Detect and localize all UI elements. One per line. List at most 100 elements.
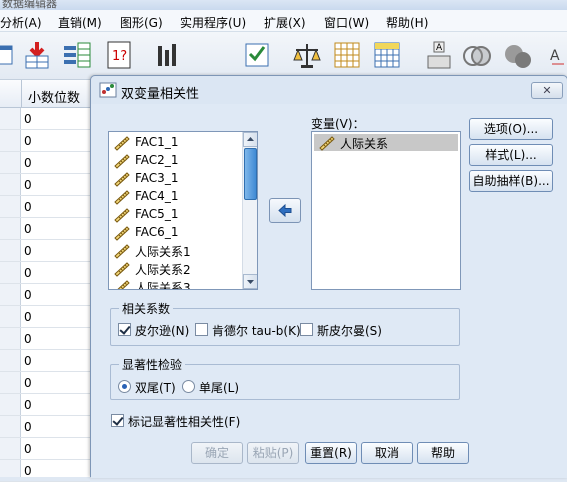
style-button[interactable]: 样式(L)... <box>469 144 553 166</box>
list-item-label: 人际关系1 <box>135 245 191 259</box>
weight-cases-icon[interactable] <box>292 40 322 70</box>
menu-window[interactable]: 窗口(W) <box>324 14 369 31</box>
variables-icon[interactable] <box>62 40 92 70</box>
grid-cell[interactable]: 0 <box>24 288 32 302</box>
reset-button[interactable]: 重置(R) <box>305 442 357 464</box>
coefficients-legend: 相关系数 <box>119 300 174 317</box>
list-item-label: FAC3_1 <box>135 171 179 185</box>
chevron-up-icon <box>247 137 254 141</box>
scale-variable-icon <box>114 154 130 169</box>
two-tailed-radio[interactable] <box>118 380 131 393</box>
scroll-down-button[interactable] <box>243 274 257 289</box>
cancel-button[interactable]: 取消 <box>361 442 413 464</box>
svg-text:A: A <box>436 43 443 53</box>
grid-cell[interactable]: 0 <box>24 420 32 434</box>
scale-variable-icon <box>114 262 130 277</box>
grid-cell[interactable]: 0 <box>24 354 32 368</box>
grid-cell[interactable]: 0 <box>24 178 32 192</box>
dialog-recall-icon[interactable]: 1? <box>104 40 134 70</box>
menu-graphs[interactable]: 图形(G) <box>120 14 163 31</box>
move-variable-button[interactable] <box>269 198 301 223</box>
window-title-bar: 数据编辑器 <box>0 0 567 10</box>
select-cases-icon[interactable] <box>242 40 272 70</box>
arrow-left-icon <box>278 203 292 218</box>
source-variable-list[interactable]: FAC1_1 FAC2_1 FAC3_1 FAC4_1 FAC5_1 FAC6_… <box>108 131 258 290</box>
grid-cell[interactable]: 0 <box>24 464 32 478</box>
pearson-label[interactable]: 皮尔逊(N) <box>135 322 189 339</box>
scale-variable-icon <box>114 208 130 223</box>
grid-cell[interactable]: 0 <box>24 376 32 390</box>
scroll-up-button[interactable] <box>243 132 257 147</box>
one-tailed-radio[interactable] <box>182 380 195 393</box>
use-sets-icon[interactable]: A <box>424 40 454 70</box>
value-labels-icon[interactable] <box>372 40 402 70</box>
circles-icon[interactable] <box>502 40 532 70</box>
pearson-checkbox[interactable] <box>118 323 131 336</box>
kendall-label[interactable]: 肯德尔 tau-b(K) <box>212 322 301 339</box>
correlation-dialog-icon <box>99 82 117 98</box>
chevron-down-icon <box>247 280 254 284</box>
decimals-column-header[interactable]: 小数位数 <box>28 87 80 106</box>
grid-column-header: 小数位数 <box>0 80 90 108</box>
grid-cell[interactable]: 0 <box>24 222 32 236</box>
scale-variable-icon <box>117 280 130 289</box>
grid-cell[interactable]: 0 <box>24 266 32 280</box>
menu-extensions[interactable]: 扩展(X) <box>264 14 306 31</box>
close-button[interactable]: ✕ <box>531 82 563 99</box>
venn-icon[interactable] <box>462 40 492 70</box>
scale-variable-icon <box>114 226 130 241</box>
spelling-icon[interactable]: A <box>548 40 567 70</box>
flag-significant-label[interactable]: 标记显著性相关性(F) <box>128 413 240 430</box>
variables-target-list[interactable]: 人际关系 <box>311 131 461 290</box>
grid-cell[interactable]: 0 <box>24 398 32 412</box>
menu-direct-marketing[interactable]: 直销(M) <box>58 14 102 31</box>
dialog-title-bar[interactable]: 双变量相关性 ✕ <box>91 76 567 104</box>
significance-legend: 显著性检验 <box>119 356 186 373</box>
goto-data-icon[interactable] <box>0 40 16 70</box>
chart-icon[interactable] <box>152 40 182 70</box>
scale-variable-icon <box>114 244 130 259</box>
kendall-checkbox[interactable] <box>195 323 208 336</box>
list-item-label: FAC6_1 <box>135 225 179 239</box>
spearman-label[interactable]: 斯皮尔曼(S) <box>317 322 382 339</box>
significance-test-group: 显著性检验 双尾(T) 单尾(L) <box>110 356 460 400</box>
dialog-body: FAC1_1 FAC2_1 FAC3_1 FAC4_1 FAC5_1 FAC6_… <box>91 104 567 478</box>
selected-variable-label: 人际关系 <box>340 137 389 151</box>
scroll-thumb[interactable] <box>244 148 257 200</box>
spearman-checkbox[interactable] <box>300 323 313 336</box>
flag-significant-checkbox[interactable] <box>111 414 124 427</box>
list-item-label: 人际关系3 <box>135 281 191 290</box>
scale-variable-icon <box>319 136 335 151</box>
toolbar: 1? A A <box>0 32 567 80</box>
window-title: 数据编辑器 <box>2 0 57 10</box>
menu-utilities[interactable]: 实用程序(U) <box>180 14 246 31</box>
grid-cell[interactable]: 0 <box>24 156 32 170</box>
grid-cell[interactable]: 0 <box>24 200 32 214</box>
list-item-label: FAC5_1 <box>135 207 179 221</box>
list-scrollbar[interactable] <box>242 132 257 289</box>
list-item-label: FAC4_1 <box>135 189 179 203</box>
two-tailed-label[interactable]: 双尾(T) <box>135 379 176 396</box>
grid-cell[interactable]: 0 <box>24 244 32 258</box>
menu-bar: 分析(A) 直销(M) 图形(G) 实用程序(U) 扩展(X) 窗口(W) 帮助… <box>0 10 567 32</box>
grid-cell[interactable]: 0 <box>24 310 32 324</box>
grid-cell[interactable]: 0 <box>24 134 32 148</box>
bootstrap-button[interactable]: 自助抽样(B)... <box>469 170 553 192</box>
selected-variable-item[interactable]: 人际关系 <box>314 134 458 151</box>
menu-help[interactable]: 帮助(H) <box>386 14 428 31</box>
list-item-label: FAC1_1 <box>135 135 179 149</box>
options-button[interactable]: 选项(O)... <box>469 118 553 140</box>
menu-analyze[interactable]: 分析(A) <box>0 14 42 31</box>
data-grid: 0 0 0 0 0 0 0 0 0 0 0 0 0 0 0 0 0 <box>0 108 90 482</box>
grid-cell[interactable]: 0 <box>24 332 32 346</box>
help-button[interactable]: 帮助 <box>417 442 469 464</box>
correlation-coefficients-group: 相关系数 皮尔逊(N) 肯德尔 tau-b(K) 斯皮尔曼(S) <box>110 300 460 346</box>
one-tailed-label[interactable]: 单尾(L) <box>199 379 239 396</box>
import-icon[interactable] <box>22 40 52 70</box>
grid-cell[interactable]: 0 <box>24 112 32 126</box>
dialog-title: 双变量相关性 <box>121 87 200 102</box>
grid-icon[interactable] <box>332 40 362 70</box>
ok-button[interactable]: 确定 <box>191 442 243 464</box>
grid-cell[interactable]: 0 <box>24 442 32 456</box>
paste-button[interactable]: 粘贴(P) <box>247 442 299 464</box>
